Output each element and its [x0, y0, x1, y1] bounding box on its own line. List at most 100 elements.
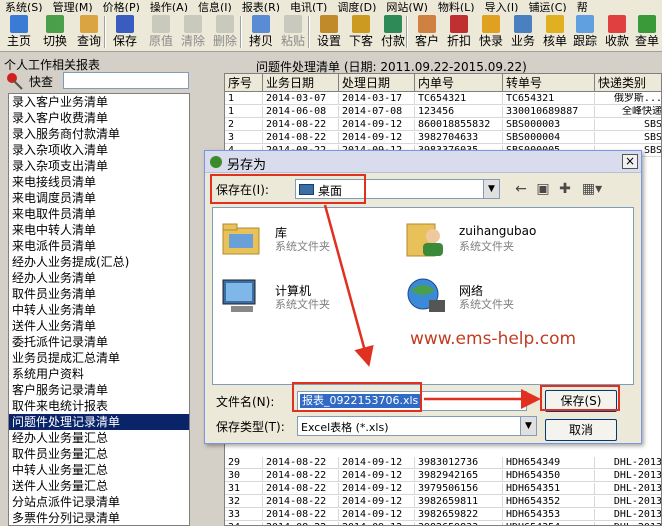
report-list[interactable]: 录入客户业务清单 录入客户收费清单 录入服务商付款清单 录入杂项收入清单 录入杂项支出清…	[8, 93, 190, 526]
report-list-item[interactable]: 经办人业务量汇总	[9, 430, 189, 446]
report-list-item[interactable]: 多票件分列记录清单	[9, 510, 189, 525]
clear-button[interactable]: 清除	[176, 14, 210, 50]
report-list-item[interactable]: 来电调度员清单	[9, 190, 189, 206]
filetype-dropdown[interactable]: Excel表格 (*.xls) ▼	[297, 416, 537, 436]
column-header[interactable]: 内单号	[415, 74, 503, 92]
chevron-down-icon[interactable]: ▼	[520, 417, 536, 435]
verify-button[interactable]: 核单	[538, 14, 572, 50]
up-folder-icon[interactable]: ▣	[533, 180, 553, 198]
table-row[interactable]: 32 2014-08-22 2014-09-12 3982659811 HDH65435…	[225, 496, 661, 508]
report-list-item[interactable]: 取件员业务量汇总	[9, 446, 189, 462]
report-list-item[interactable]: 取件来电统计报表	[9, 398, 189, 414]
file-item[interactable]: 网络 系统文件夹	[403, 274, 573, 330]
collect-icon	[608, 15, 626, 33]
close-button[interactable]: ×	[622, 154, 638, 169]
table-row[interactable]: 2 2014-08-22 2014-09-12 860018855832 SBS0000…	[225, 119, 661, 131]
track-button[interactable]: 跟踪	[568, 14, 602, 50]
report-list-item[interactable]: 录入杂项收入清单	[9, 142, 189, 158]
customer-button[interactable]: 客户	[410, 14, 444, 50]
menu-item-6[interactable]: 电讯(T)	[285, 2, 332, 12]
table-cell: DHL-2013	[595, 522, 661, 525]
query-button[interactable]: 查询	[72, 14, 106, 50]
column-header[interactable]: 快递类别	[595, 74, 661, 92]
column-header[interactable]: 序号	[225, 74, 263, 92]
file-item[interactable]: zuihangubao 系统文件夹	[403, 216, 573, 272]
copy-button[interactable]: 拷贝	[244, 14, 278, 50]
report-list-item[interactable]: 分站点派件记录清单	[9, 494, 189, 510]
business-button[interactable]: 业务	[506, 14, 540, 50]
save-button[interactable]: 保存(S)	[545, 390, 617, 412]
payment-button[interactable]: 付款	[376, 14, 410, 50]
table-row[interactable]: 29 2014-08-22 2014-09-12 3983012736 HDH65434…	[225, 457, 661, 469]
report-list-item[interactable]: 经办人业务清单	[9, 270, 189, 286]
report-list-item[interactable]: 录入客户业务清单	[9, 94, 189, 110]
new-folder-icon[interactable]: ✚	[555, 180, 575, 198]
switch-button[interactable]: 切换	[38, 14, 72, 50]
quick-entry-button[interactable]: 快录	[474, 14, 508, 50]
cancel-button[interactable]: 取消	[545, 419, 617, 441]
menu-item-1[interactable]: 管理(M)	[48, 2, 98, 12]
file-item[interactable]: 计算机 系统文件夹	[219, 274, 389, 330]
menu-item-0[interactable]: 系统(S)	[0, 2, 48, 12]
column-header[interactable]: 业务日期	[263, 74, 339, 92]
menu-item-3[interactable]: 操作(A)	[145, 2, 193, 12]
report-list-item[interactable]: 送件人业务量汇总	[9, 478, 189, 494]
table-row[interactable]: 1 2014-03-07 2014-03-17 TC654321 TC654321 俄罗斯…	[225, 93, 661, 105]
report-list-item[interactable]: 录入服务商付款清单	[9, 126, 189, 142]
search-order-button[interactable]: 查单	[630, 14, 662, 50]
report-list-item[interactable]: 录入客户收费清单	[9, 110, 189, 126]
report-list-item[interactable]: 中转人业务量汇总	[9, 462, 189, 478]
file-item[interactable]: 库系统文件夹	[219, 216, 389, 272]
discount-button[interactable]: 折扣	[442, 14, 476, 50]
report-list-item[interactable]: 客户服务记录清单	[9, 382, 189, 398]
home-button[interactable]: 主页	[2, 14, 36, 50]
save-button[interactable]: 保存	[108, 14, 142, 50]
report-list-item[interactable]: 中转人业务清单	[9, 302, 189, 318]
view-menu-icon[interactable]: ▦▾	[579, 180, 605, 198]
report-list-item[interactable]: 业务员提成汇总清单	[9, 350, 189, 366]
table-row[interactable]: 30 2014-08-22 2014-09-12 3982942165 HDH65435…	[225, 470, 661, 482]
menu-item-12[interactable]: 帮	[572, 2, 593, 12]
file-type: 系统文件夹	[275, 240, 330, 253]
table-row[interactable]: 33 2014-08-22 2014-09-12 3982659822 HDH65435…	[225, 509, 661, 521]
menu-item-5[interactable]: 报表(R)	[237, 2, 285, 12]
table-row[interactable]: 342014-08-222014-09-123982659833HDH65435…	[225, 522, 661, 525]
business-icon	[514, 15, 532, 33]
customer-order-button[interactable]: 下客	[344, 14, 378, 50]
report-list-item[interactable]: 系统用户资料	[9, 366, 189, 382]
report-list-item[interactable]: 来电取件员清单	[9, 206, 189, 222]
report-list-item[interactable]: 送件人业务清单	[9, 318, 189, 334]
menu-item-2[interactable]: 价格(P)	[98, 2, 145, 12]
save-in-dropdown[interactable]: 桌面 ▼	[295, 179, 500, 199]
menu-item-10[interactable]: 导入(I)	[480, 2, 524, 12]
table-row[interactable]: 31 2014-08-22 2014-09-12 3979506156 HDH65435…	[225, 483, 661, 495]
menu-item-11[interactable]: 铺运(C)	[523, 2, 571, 12]
quick-search-input[interactable]	[63, 72, 189, 89]
delete-button[interactable]: 删除	[208, 14, 242, 50]
collect-button[interactable]: 收款	[600, 14, 634, 50]
revert-button[interactable]: 原值	[144, 14, 178, 50]
table-row[interactable]: 3 2014-08-22 2014-09-12 3982704633 SBS000004…	[225, 132, 661, 144]
table-cell: HDH654353	[503, 509, 595, 521]
menu-item-9[interactable]: 物料(L)	[433, 2, 480, 12]
settings-button[interactable]: 设置	[312, 14, 346, 50]
menu-item-4[interactable]: 信息(I)	[193, 2, 237, 12]
filename-input[interactable]: 报表_0922153706.xls	[297, 391, 527, 411]
report-list-item[interactable]: 取件员业务清单	[9, 286, 189, 302]
report-list-item[interactable]: 来电中转人清单	[9, 222, 189, 238]
report-list-item[interactable]: 来电派件员清单	[9, 238, 189, 254]
report-list-item[interactable]: 来电接线员清单	[9, 174, 189, 190]
report-list-item[interactable]: 问题件处理记录清单	[9, 414, 189, 430]
menu-item-8[interactable]: 网站(W)	[381, 2, 432, 12]
column-header[interactable]: 处理日期	[339, 74, 415, 92]
menu-item-7[interactable]: 调度(D)	[332, 2, 381, 12]
table-row[interactable]: 1 2014-06-08 2014-07-08 123456 330010689887 全…	[225, 106, 661, 118]
chevron-down-icon[interactable]: ▼	[483, 180, 499, 198]
paste-button[interactable]: 粘贴	[276, 14, 310, 50]
report-list-item[interactable]: 经办人业务提成(汇总)	[9, 254, 189, 270]
table-cell: 俄罗斯...	[595, 93, 661, 105]
column-header[interactable]: 转单号	[503, 74, 595, 92]
report-list-item[interactable]: 委托派件记录清单	[9, 334, 189, 350]
report-list-item[interactable]: 录入杂项支出清单	[9, 158, 189, 174]
back-arrow-icon[interactable]: ←	[511, 180, 531, 198]
